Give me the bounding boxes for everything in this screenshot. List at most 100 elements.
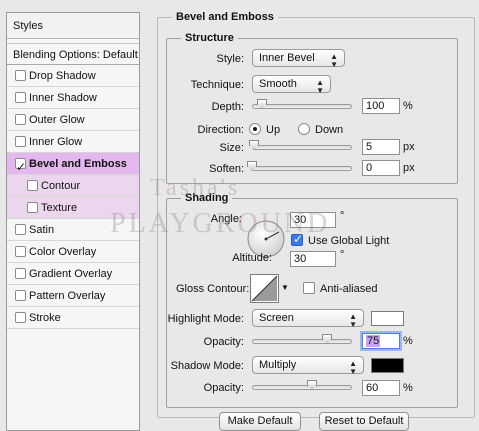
soften-slider-track[interactable] [252, 166, 352, 171]
size-label: Size: [219, 142, 244, 154]
soften-input[interactable]: 0 [362, 160, 400, 176]
style-item-checkbox[interactable] [15, 312, 26, 323]
style-item-contour[interactable]: Contour [7, 175, 139, 197]
direction-down-label[interactable]: Down [315, 124, 343, 136]
style-item-label: Drop Shadow [29, 70, 96, 82]
updown-arrows-icon: ▲ ▼ [316, 78, 324, 95]
shading-title: Shading [181, 192, 233, 204]
shadow-opacity-label: Opacity: [203, 382, 244, 394]
depth-label: Depth: [211, 101, 244, 113]
style-item-checkbox[interactable] [15, 290, 26, 301]
direction-down-radio[interactable] [298, 123, 310, 135]
size-input[interactable]: 5 [362, 139, 400, 155]
highlight-color-swatch[interactable] [371, 311, 404, 326]
shadow-opacity-slider-track[interactable] [252, 385, 352, 390]
style-item-label: Color Overlay [29, 246, 97, 258]
styles-header[interactable]: Styles [7, 13, 139, 39]
style-item-drop-shadow[interactable]: Drop Shadow [7, 65, 139, 87]
style-item-checkbox[interactable] [15, 136, 26, 147]
depth-slider-track[interactable] [252, 104, 352, 109]
highlight-mode-value: Screen [259, 312, 294, 324]
style-item-checkbox[interactable] [15, 268, 26, 279]
gloss-contour-label: Gloss Contour: [176, 283, 250, 295]
style-item-gradient-overlay[interactable]: Gradient Overlay [7, 263, 139, 285]
depth-unit: % [403, 100, 413, 112]
altitude-label: Altitude: [232, 252, 272, 264]
style-label: Style: [216, 53, 244, 65]
shadow-opacity-unit: % [403, 382, 413, 394]
style-item-label: Satin [29, 224, 55, 236]
highlight-opacity-value: 75 [366, 335, 381, 347]
updown-arrows-icon: ▲ ▼ [349, 312, 357, 329]
highlight-mode-dropdown[interactable]: Screen ▲ ▼ [252, 309, 364, 329]
gloss-contour-preview[interactable] [250, 274, 279, 303]
style-item-label: Inner Shadow [29, 92, 97, 104]
style-item-label: Bevel and Emboss [29, 158, 127, 170]
highlight-opacity-label: Opacity: [203, 336, 244, 348]
angle-unit: ° [340, 210, 345, 222]
style-item-label: Outer Glow [29, 114, 85, 126]
technique-dropdown[interactable]: Smooth ▲ ▼ [252, 75, 331, 95]
style-items-list: Drop Shadow Inner Shadow Outer Glow Inner G… [7, 65, 139, 329]
direction-up-radio[interactable] [249, 123, 261, 135]
highlight-opacity-slider-track[interactable] [252, 339, 352, 344]
reset-to-default-button[interactable]: Reset to Default [319, 412, 409, 431]
altitude-unit: ° [340, 249, 345, 261]
style-item-checkbox[interactable] [15, 70, 26, 81]
style-item-stroke[interactable]: Stroke [7, 307, 139, 329]
style-item-outer-glow[interactable]: Outer Glow [7, 109, 139, 131]
style-item-checkbox[interactable] [15, 246, 26, 257]
gloss-contour-dropdown-arrow-icon[interactable]: ▼ [281, 283, 289, 292]
style-item-bevel-and-emboss[interactable]: Bevel and Emboss [7, 153, 139, 178]
angle-input[interactable]: 30 [290, 212, 336, 228]
style-item-inner-glow[interactable]: Inner Glow [7, 131, 139, 153]
soften-label: Soften: [209, 163, 244, 175]
use-global-light-checkbox[interactable] [291, 232, 303, 246]
style-item-label: Inner Glow [29, 136, 83, 148]
size-slider-track[interactable] [252, 145, 352, 150]
style-item-label: Texture [41, 202, 78, 214]
style-item-checkbox[interactable] [27, 180, 38, 191]
shadow-mode-value: Multiply [259, 359, 297, 371]
make-default-button[interactable]: Make Default [219, 412, 301, 431]
shading-group [166, 198, 458, 408]
highlight-mode-label: Highlight Mode: [167, 313, 244, 325]
direction-label: Direction: [197, 124, 244, 136]
shadow-mode-dropdown[interactable]: Multiply ▲ ▼ [252, 356, 364, 376]
shadow-mode-label: Shadow Mode: [170, 360, 244, 372]
highlight-opacity-unit: % [403, 335, 413, 347]
style-dropdown-value: Inner Bevel [259, 52, 315, 64]
style-dropdown[interactable]: Inner Bevel ▲ ▼ [252, 49, 345, 69]
use-global-light-label[interactable]: Use Global Light [308, 235, 389, 247]
updown-arrows-icon: ▲ ▼ [330, 52, 338, 69]
style-item-texture[interactable]: Texture [7, 197, 139, 219]
technique-label: Technique: [190, 79, 244, 91]
style-item-pattern-overlay[interactable]: Pattern Overlay [7, 285, 139, 307]
style-item-checkbox[interactable] [15, 224, 26, 235]
style-item-checkbox[interactable] [27, 202, 38, 213]
style-item-satin[interactable]: Satin [7, 219, 139, 241]
style-item-label: Stroke [29, 312, 61, 324]
direction-up-label[interactable]: Up [266, 124, 280, 136]
altitude-input[interactable]: 30 [290, 251, 336, 267]
style-item-checkbox[interactable] [15, 156, 26, 178]
depth-input[interactable]: 100 [362, 98, 400, 114]
technique-dropdown-value: Smooth [259, 78, 297, 90]
style-item-inner-shadow[interactable]: Inner Shadow [7, 87, 139, 109]
anti-aliased-checkbox[interactable] [303, 282, 315, 294]
style-item-color-overlay[interactable]: Color Overlay [7, 241, 139, 263]
style-item-checkbox[interactable] [15, 114, 26, 125]
highlight-opacity-input[interactable]: 75 [362, 333, 400, 349]
style-item-label: Pattern Overlay [29, 290, 106, 302]
style-item-label: Contour [41, 180, 81, 192]
shadow-opacity-input[interactable]: 60 [362, 380, 400, 396]
shadow-color-swatch[interactable] [371, 358, 404, 373]
style-item-checkbox[interactable] [15, 92, 26, 103]
bevel-emboss-title: Bevel and Emboss [172, 11, 278, 23]
size-unit: px [403, 141, 415, 153]
anti-aliased-label[interactable]: Anti-aliased [320, 283, 377, 295]
blending-options-row[interactable]: Blending Options: Default [7, 43, 139, 65]
updown-arrows-icon: ▲ ▼ [349, 359, 357, 376]
style-item-label: Gradient Overlay [29, 268, 113, 280]
soften-unit: px [403, 162, 415, 174]
